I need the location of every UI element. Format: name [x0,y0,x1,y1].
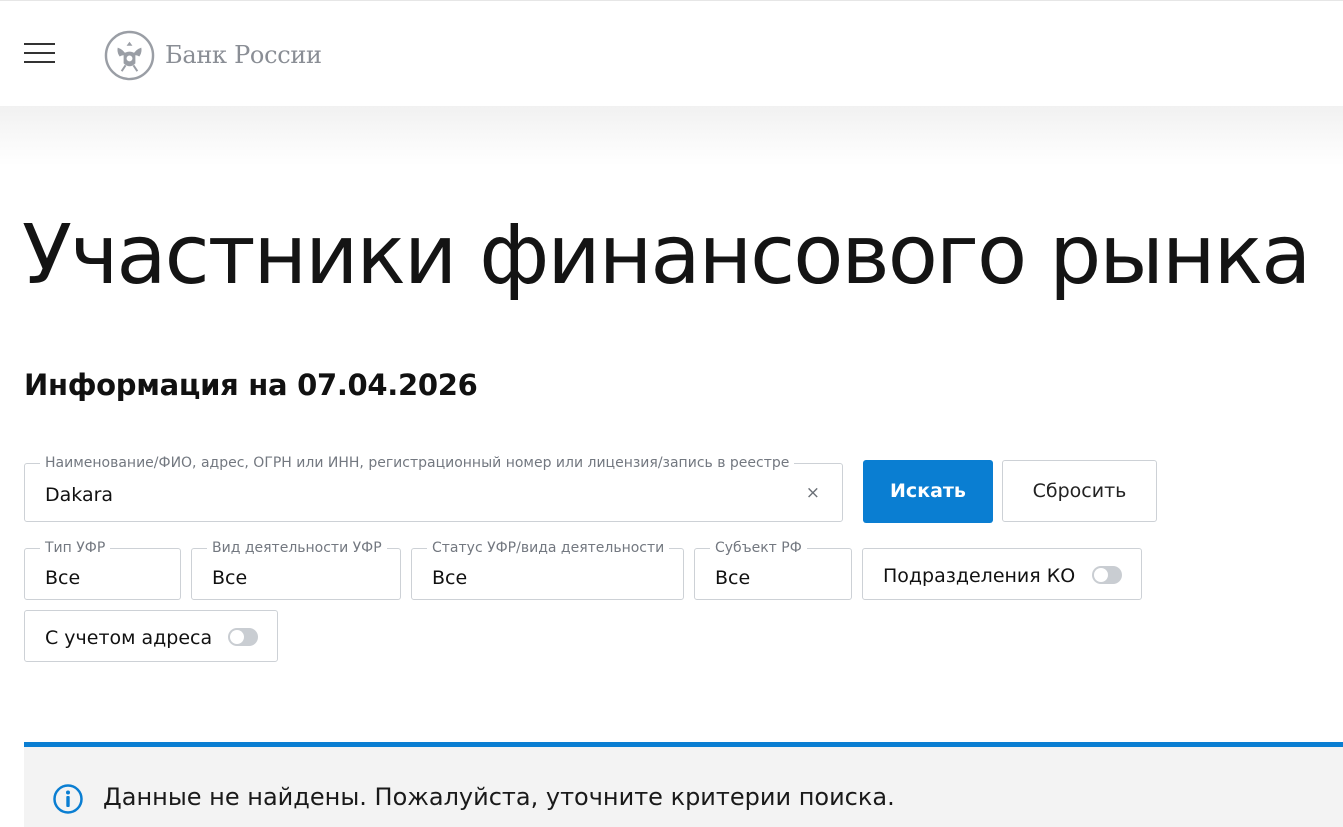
no-results-notice: Данные не найдены. Пожалуйста, уточните … [24,742,1343,827]
notice-text: Данные не найдены. Пожалуйста, уточните … [103,783,895,811]
filter-region-value: Все [715,567,751,589]
filter-region-label: Субъект РФ [710,540,807,556]
filter-region-select[interactable]: Субъект РФ Все [694,540,852,600]
filter-type-select[interactable]: Тип УФР Все [24,540,181,600]
filter-activity-kind-value: Все [212,567,248,589]
address-toggle-label: С учетом адреса [45,627,213,649]
search-button[interactable]: Искать [863,460,993,523]
bank-logo[interactable]: Банк России [104,29,322,81]
filter-status-label: Статус УФР/вида деятельности [427,540,670,556]
info-date-heading: Информация на 07.04.2026 [24,368,478,402]
branches-toggle-label: Подразделения КО [883,565,1076,587]
page-title: Участники финансового рынка [22,208,1311,303]
branches-toggle-switch[interactable] [1092,566,1122,584]
filter-status-select[interactable]: Статус УФР/вида деятельности Все [411,540,684,600]
filter-activity-kind-select[interactable]: Вид деятельности УФР Все [191,540,401,600]
search-input-label: Наименование/ФИО, адрес, ОГРН или ИНН, р… [40,455,795,471]
branches-toggle[interactable]: Подразделения КО [862,548,1142,600]
double-headed-eagle-emblem-icon [104,30,155,80]
filter-type-value: Все [45,567,81,589]
header-shadow [0,106,1343,166]
site-header: Банк России [0,0,1343,106]
hamburger-menu-icon[interactable] [24,43,55,65]
search-input-value[interactable]: Dakara [45,484,113,506]
reset-button[interactable]: Сбросить [1002,460,1157,522]
filter-activity-kind-label: Вид деятельности УФР [207,540,387,556]
logo-text: Банк России [165,41,322,69]
search-input[interactable]: Наименование/ФИО, адрес, ОГРН или ИНН, р… [24,455,843,522]
address-toggle-switch[interactable] [228,628,258,646]
toggle-knob [1094,568,1108,582]
filter-status-value: Все [432,567,468,589]
clear-icon[interactable]: × [806,483,820,503]
info-circle-icon [53,784,83,814]
address-toggle[interactable]: С учетом адреса [24,610,278,662]
toggle-knob [230,630,244,644]
filter-type-label: Тип УФР [40,540,111,556]
